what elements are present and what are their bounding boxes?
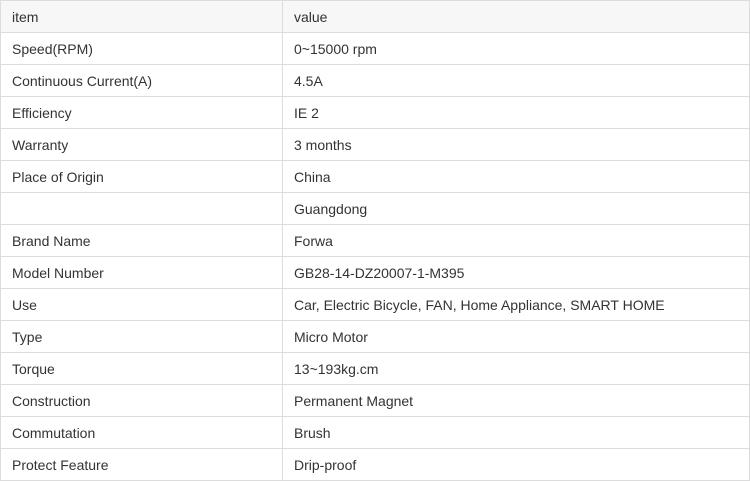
table-header-row: item value (0, 0, 750, 33)
value-cell: Forwa (282, 224, 750, 257)
table-row: Speed(RPM) 0~15000 rpm (0, 32, 750, 65)
table-row: Model Number GB28-14-DZ20007-1-M395 (0, 256, 750, 289)
value-cell: Drip-proof (282, 448, 750, 481)
item-cell: Use (0, 288, 283, 321)
item-cell (0, 192, 283, 225)
table-row: Warranty 3 months (0, 128, 750, 161)
item-cell: Model Number (0, 256, 283, 289)
table-row: Continuous Current(A) 4.5A (0, 64, 750, 97)
value-cell: China (282, 160, 750, 193)
table-row: Place of Origin China (0, 160, 750, 193)
table-body: Speed(RPM) 0~15000 rpm Continuous Curren… (0, 32, 750, 481)
table-row: Commutation Brush (0, 416, 750, 449)
table-row: Protect Feature Drip-proof (0, 448, 750, 481)
column-header-value: value (282, 0, 750, 33)
value-cell: Car, Electric Bicycle, FAN, Home Applian… (282, 288, 750, 321)
item-cell: Warranty (0, 128, 283, 161)
item-cell: Speed(RPM) (0, 32, 283, 65)
table-row: Type Micro Motor (0, 320, 750, 353)
value-cell: Brush (282, 416, 750, 449)
item-cell: Torque (0, 352, 283, 385)
table-row: Construction Permanent Magnet (0, 384, 750, 417)
item-cell: Construction (0, 384, 283, 417)
value-cell: 4.5A (282, 64, 750, 97)
value-cell: Guangdong (282, 192, 750, 225)
item-cell: Continuous Current(A) (0, 64, 283, 97)
table-row: Use Car, Electric Bicycle, FAN, Home App… (0, 288, 750, 321)
value-cell: IE 2 (282, 96, 750, 129)
item-cell: Protect Feature (0, 448, 283, 481)
value-cell: Permanent Magnet (282, 384, 750, 417)
item-cell: Brand Name (0, 224, 283, 257)
value-cell: 3 months (282, 128, 750, 161)
item-cell: Commutation (0, 416, 283, 449)
spec-table: item value Speed(RPM) 0~15000 rpm Contin… (0, 0, 750, 481)
value-cell: Micro Motor (282, 320, 750, 353)
value-cell: 13~193kg.cm (282, 352, 750, 385)
table-header: item value (0, 0, 750, 33)
value-cell: 0~15000 rpm (282, 32, 750, 65)
item-cell: Place of Origin (0, 160, 283, 193)
item-cell: Type (0, 320, 283, 353)
table-row: Brand Name Forwa (0, 224, 750, 257)
table-row: Guangdong (0, 192, 750, 225)
item-cell: Efficiency (0, 96, 283, 129)
value-cell: GB28-14-DZ20007-1-M395 (282, 256, 750, 289)
column-header-item: item (0, 0, 283, 33)
table-row: Efficiency IE 2 (0, 96, 750, 129)
table-row: Torque 13~193kg.cm (0, 352, 750, 385)
